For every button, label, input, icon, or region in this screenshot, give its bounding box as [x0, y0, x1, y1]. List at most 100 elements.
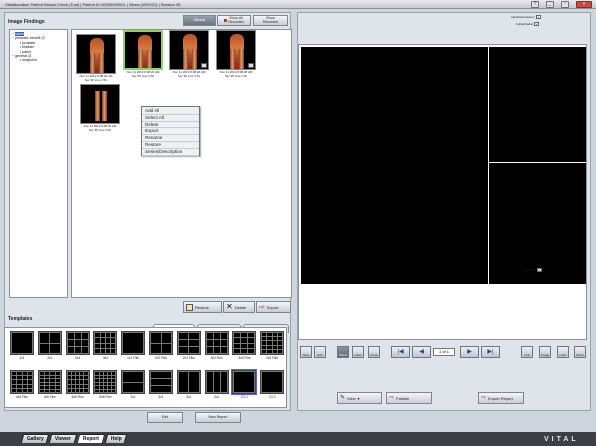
template-layout-preview	[232, 331, 257, 355]
context-menu-item[interactable]: Select All	[142, 115, 199, 122]
select-tool-button[interactable]: Select	[337, 346, 349, 358]
undo-button[interactable]: Undo	[557, 346, 569, 358]
bottom-tab-label: Gallery	[26, 436, 44, 442]
finding-thumbnail[interactable]: Nov 11 2013 8:08:26 AM Ser 38 Line CTA	[169, 30, 209, 79]
template-row2-6[interactable]: 2x1	[176, 370, 201, 399]
previous-page-button[interactable]: ◀	[412, 346, 431, 358]
last-page-button[interactable]: ▶|	[481, 346, 500, 358]
template-layout-preview	[176, 331, 201, 355]
template-row2-7[interactable]: 3x1	[204, 370, 229, 399]
template-row2-0[interactable]: 4x5 Film	[10, 370, 34, 399]
finding-thumbnail[interactable]: Nov 11 2013 8:08:22 AM Ser 38 Line CTA	[123, 30, 163, 79]
first-page-button[interactable]: |◀	[391, 346, 410, 358]
context-menu-item[interactable]: Add All	[142, 108, 199, 115]
restore-button[interactable]: ▫	[561, 1, 569, 8]
publish-button[interactable]: ⇨ Publish	[386, 392, 432, 404]
image-tool-button[interactable]: Image	[539, 346, 551, 358]
context-menu-item[interactable]: Delete	[142, 122, 199, 129]
context-menu-item[interactable]: Export	[142, 128, 199, 136]
template-layout-preview	[149, 370, 173, 394]
arrow-tool-label: Arrow	[370, 353, 378, 357]
window-title: Vitalaboration Patient Breast Check (Too…	[5, 2, 181, 7]
minimize-button[interactable]: _	[546, 1, 554, 8]
template-row1-9[interactable]: 4x5 Film	[260, 331, 285, 360]
template-label: 2x1	[186, 395, 192, 399]
fullpathlabel-select[interactable]: Fullpathlabel v	[516, 22, 540, 26]
edit-template-button[interactable]: Edit	[147, 412, 183, 423]
template-layout-preview	[65, 370, 90, 394]
intrahistoricaleum-select[interactable]: Intrahistoricaleum v	[511, 15, 541, 19]
bottom-tab-help[interactable]: Help	[104, 434, 128, 443]
context-menu-item[interactable]: Rename	[142, 135, 199, 142]
selector-label: Fullpathlabel	[516, 22, 534, 26]
findings-tree[interactable]: − name − prostatic benefit (3 • prostate • …	[9, 29, 68, 298]
template-row2-9[interactable]: CV-2	[260, 370, 285, 399]
context-menu-item[interactable]: Series/Description	[142, 149, 199, 156]
template-row2-5[interactable]: 3x1	[149, 370, 173, 399]
context-menu-item[interactable]: Restore	[142, 142, 199, 149]
close-button[interactable]: ×	[576, 1, 592, 8]
template-row2-8[interactable]: CV-1	[231, 369, 258, 399]
comment-select[interactable]: Comment v	[523, 268, 543, 272]
redo-button[interactable]: Redo	[574, 346, 586, 358]
restore-button[interactable]: Restore	[183, 301, 222, 313]
thumbnail-series: Ser 38 Line CTA	[225, 74, 247, 79]
export-report-button[interactable]: ⇨ Export Report	[478, 392, 524, 404]
template-row1-8[interactable]: 3x4 Film	[232, 331, 257, 360]
template-layout-preview	[176, 370, 201, 394]
restore-icon	[186, 303, 193, 311]
viewport-bottom-right[interactable]	[489, 163, 586, 284]
finding-thumbnail[interactable]: Nov 11 2013 8:08:28 AM Ser 38 Line CTA	[216, 30, 256, 79]
link-tool-label: Link	[524, 353, 530, 357]
delete-button[interactable]: ✕ Delete	[223, 301, 255, 313]
edit-tool-button[interactable]: Edit	[314, 346, 326, 358]
template-label: 1x1	[19, 356, 25, 360]
viewport-main[interactable]	[301, 47, 488, 284]
export-button[interactable]: ⇨ Export	[256, 301, 291, 313]
template-row1-6[interactable]: 2x3 Film	[176, 331, 201, 360]
bottom-tab-report[interactable]: Report	[76, 434, 106, 443]
finding-thumbnail[interactable]: Nov 11 2013 8:08:30 AM Ser 38 Line CTA	[80, 84, 120, 133]
template-row2-2[interactable]: 5x5 Film	[65, 370, 90, 399]
save-tool-button[interactable]: Save	[300, 346, 312, 358]
arrow-tool-button[interactable]: Arrow	[368, 346, 380, 358]
export-label: Export	[266, 304, 279, 310]
template-label: 2x2 Film	[154, 356, 168, 360]
new-report-button[interactable]: New Report	[195, 412, 241, 423]
template-row1-0[interactable]: 1x1	[10, 331, 34, 360]
thumbnail-image	[76, 34, 116, 74]
view-dropdown-button[interactable]: ✎ View ▾	[337, 392, 382, 404]
manual-toggle[interactable]: Manual	[183, 15, 216, 26]
template-row2-1[interactable]: 4x6 Film	[37, 370, 62, 399]
template-label: CV-1	[240, 395, 248, 399]
template-row1-7[interactable]: 3x3 Film	[204, 331, 229, 360]
annotation-badge-icon	[248, 63, 254, 68]
show-all-recorded-toggle[interactable]: Show All Recorded	[217, 15, 251, 26]
next-page-button[interactable]: ▶	[460, 346, 479, 358]
template-row2-3[interactable]: 5x6 Film	[93, 370, 118, 399]
edit-tool-label: Edit	[317, 353, 323, 357]
template-label: 2x2	[47, 356, 53, 360]
export-arrow-icon: ⇨	[259, 303, 265, 311]
label-tool-button[interactable]: Label	[352, 346, 364, 358]
show-recorded-toggle[interactable]: Show Recorded	[253, 15, 288, 26]
bottom-tab-gallery[interactable]: Gallery	[20, 434, 50, 443]
save-tool-label: Save	[302, 353, 310, 357]
link-tool-button[interactable]: Link	[521, 346, 533, 358]
finding-thumbnail[interactable]: Nov 11 2013 8:08:20 AM Ser 38 Line CTA	[76, 34, 116, 83]
template-label: 5x6 Film	[99, 395, 112, 399]
export-report-label: Export Report	[488, 395, 513, 401]
help-icon[interactable]: ?	[531, 1, 539, 8]
template-row1-2[interactable]: 3x3	[65, 331, 90, 360]
template-layout-preview	[93, 331, 118, 355]
template-row1-4[interactable]: 1x1 Film	[121, 331, 146, 360]
label-tool-label: Label	[354, 353, 362, 357]
bottom-tab-viewer[interactable]: Viewer	[48, 434, 78, 443]
template-row1-1[interactable]: 2x2	[37, 331, 62, 360]
viewport-top-right[interactable]	[489, 47, 586, 162]
template-row1-5[interactable]: 2x2 Film	[149, 331, 173, 360]
tree-node[interactable]: • snapshot	[12, 58, 65, 62]
template-row2-4[interactable]: 2x1	[121, 370, 146, 399]
selector-label: Intrahistoricaleum	[511, 15, 535, 19]
template-row1-3[interactable]: 4x4	[93, 331, 118, 360]
